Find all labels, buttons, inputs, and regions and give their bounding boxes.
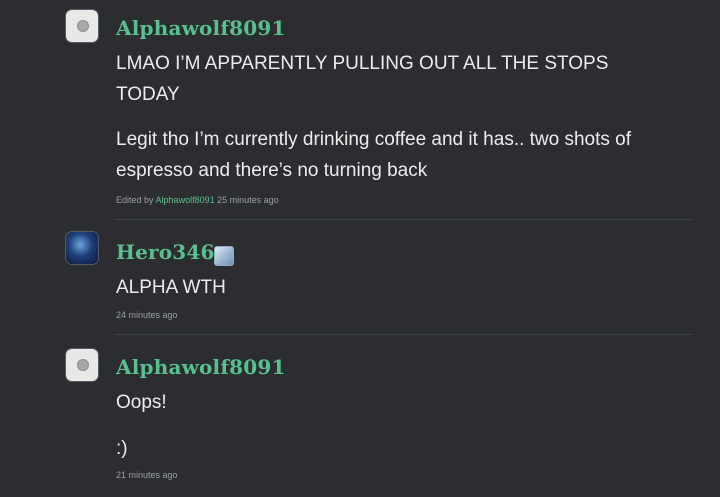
- comment-timestamp: 21 minutes ago: [116, 470, 178, 480]
- comment-text: Legit tho I’m currently drinking coffee …: [116, 129, 632, 181]
- comment: Hero346 ALPHA WTH 24 minutes ago: [66, 232, 692, 322]
- edited-by-link[interactable]: Alphawolf8091: [156, 195, 215, 205]
- comment-text: :): [116, 438, 128, 459]
- comment-username[interactable]: Alphawolf8091: [116, 355, 286, 379]
- comment-timestamp: 25 minutes ago: [217, 195, 279, 205]
- comment-text: ALPHA WTH: [116, 277, 226, 298]
- avatar[interactable]: [66, 232, 98, 264]
- comment-timestamp: 24 minutes ago: [116, 310, 178, 320]
- divider: [114, 219, 692, 220]
- comment: Alphawolf8091 Oops! :) 21 minutes ago: [66, 347, 692, 487]
- comment-text: LMAO I’M APPARENTLY PULLING OUT ALL THE …: [116, 53, 609, 105]
- comment-username[interactable]: Alphawolf8091: [116, 16, 286, 40]
- comment: Alphawolf8091 LMAO I’M APPARENTLY PULLIN…: [66, 8, 692, 208]
- user-badge-icon: [214, 246, 234, 266]
- avatar[interactable]: [66, 10, 98, 42]
- comment-username[interactable]: Hero346: [116, 240, 215, 264]
- comment-edited-meta: Edited by Alphawolf8091 25 minutes ago: [116, 195, 279, 205]
- avatar[interactable]: [66, 349, 98, 381]
- comment-thread: Alphawolf8091 LMAO I’M APPARENTLY PULLIN…: [0, 0, 720, 497]
- comment-text: Oops!: [116, 392, 167, 413]
- divider: [114, 334, 692, 335]
- edited-prefix: Edited by: [116, 195, 154, 205]
